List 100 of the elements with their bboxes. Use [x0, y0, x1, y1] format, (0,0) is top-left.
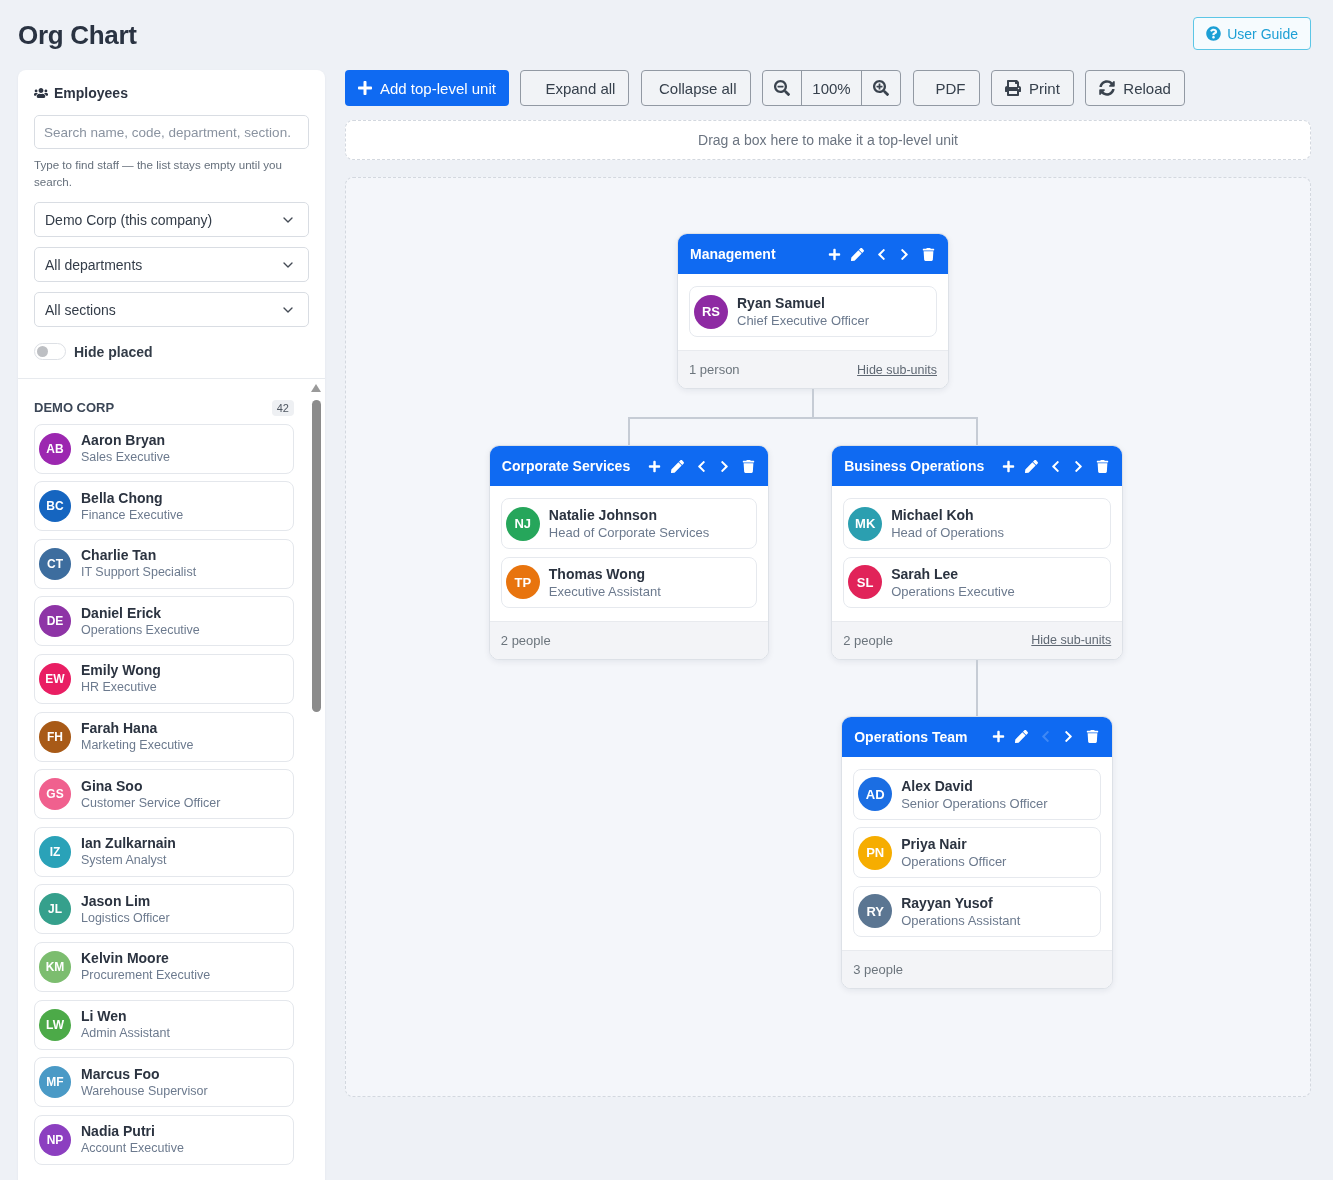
avatar: DE: [39, 605, 71, 638]
employee-card[interactable]: AB Aaron Bryan Sales Executive: [34, 423, 294, 474]
avatar: AB: [39, 432, 71, 465]
member-count: 3 people: [853, 961, 904, 977]
search-field[interactable]: Search name, code, department, section.: [34, 115, 309, 149]
avatar: CT: [39, 547, 71, 580]
employee-card[interactable]: KM Kelvin Moore Procurement Executive: [34, 941, 294, 992]
employee-role: Finance Executive: [81, 506, 184, 524]
page-title: Org Chart: [18, 20, 137, 51]
member-name: Priya Nair: [901, 835, 968, 853]
toggle-label: Hide placed: [74, 343, 153, 360]
employee-name: Emily Wong: [81, 661, 161, 680]
toggle-switch[interactable]: [34, 343, 66, 360]
avatar: MF: [39, 1066, 71, 1099]
delete-button[interactable]: [1084, 728, 1101, 745]
filter-dropdown[interactable]: All sections: [34, 292, 309, 327]
employee-name: Farah Hana: [81, 719, 159, 738]
filter-dropdown[interactable]: All departments: [34, 247, 309, 282]
member-count: 2 people: [843, 632, 894, 648]
member-role: Operations Assistant: [901, 911, 1021, 929]
avatar: GS: [39, 778, 71, 811]
sidebar-title: Employees: [54, 85, 128, 101]
edit-button[interactable]: [849, 246, 866, 262]
member-role: Operations Officer: [901, 853, 1007, 870]
edit-button[interactable]: [1023, 458, 1040, 474]
expand-all-button[interactable]: Expand all: [520, 70, 630, 106]
member-card[interactable]: AD Alex David Senior Operations Officer: [853, 768, 1102, 820]
add-top-level-unit-button[interactable]: Add top-level unit: [345, 70, 509, 106]
employee-name: Bella Chong: [81, 488, 164, 507]
avatar: MK: [848, 506, 883, 541]
member-role: Chief Executive Officer: [737, 312, 869, 329]
member-card[interactable]: MK Michael Koh Head of Operations: [843, 498, 1112, 549]
unit-title: Business Operations: [844, 458, 985, 474]
scroll-up-arrow-icon[interactable]: [311, 384, 321, 392]
delete-button[interactable]: [740, 458, 757, 474]
collapse-all-button[interactable]: Collapse all: [640, 70, 751, 106]
member-role: Executive Assistant: [548, 582, 661, 600]
employee-card[interactable]: GS Gina Soo Customer Service Officer: [34, 769, 294, 820]
member-count: 2 people: [500, 632, 551, 648]
zoom-out-icon: [774, 80, 790, 96]
member-name: Sarah Lee: [891, 564, 960, 583]
pencil-icon: [851, 247, 864, 261]
add-subunit-button[interactable]: [990, 728, 1007, 745]
delete-button[interactable]: [920, 246, 936, 262]
employee-card[interactable]: CT Charlie Tan IT Support Specialist: [34, 538, 294, 589]
employee-card[interactable]: MF Marcus Foo Warehouse Supervisor: [34, 1057, 294, 1108]
unit-title: Corporate Services: [501, 458, 631, 474]
avatar: AD: [858, 777, 893, 811]
employee-card[interactable]: IZ Ian Zulkarnain System Analyst: [34, 826, 294, 877]
employee-role: Operations Executive: [81, 621, 200, 639]
trash-icon: [921, 247, 935, 261]
avatar: FH: [39, 720, 71, 753]
pdf-button[interactable]: PDF: [912, 70, 980, 106]
zoom-level: 100%: [801, 71, 862, 105]
print-button[interactable]: Print: [991, 70, 1074, 106]
employee-card[interactable]: BC Bella Chong Finance Executive: [34, 481, 294, 532]
member-card[interactable]: RY Rayyan Yusof Operations Assistant: [853, 885, 1102, 937]
pencil-icon: [1025, 459, 1039, 473]
plus-icon: [647, 459, 661, 473]
employee-role: Warehouse Supervisor: [81, 1082, 208, 1100]
employee-card[interactable]: FH Farah Hana Marketing Executive: [34, 711, 294, 762]
edit-button[interactable]: [669, 458, 686, 474]
employee-role: IT Support Specialist: [81, 564, 197, 582]
employee-role: Admin Assistant: [81, 1025, 170, 1043]
edit-button[interactable]: [1013, 728, 1030, 745]
employee-card[interactable]: NP Nadia Putri Account Executive: [34, 1114, 294, 1165]
search-hint: Type to find staff — the list stays empty until you search.: [34, 157, 283, 190]
member-name: Thomas Wong: [548, 564, 646, 583]
employee-card[interactable]: DE Daniel Erick Operations Executive: [34, 596, 294, 647]
pencil-icon: [1015, 730, 1029, 743]
employee-card[interactable]: EW Emily Wong HR Executive: [34, 653, 294, 704]
employee-card[interactable]: JL Jason Lim Logistics Officer: [34, 884, 294, 935]
member-name: Michael Koh: [891, 506, 975, 524]
member-card[interactable]: TP Thomas Wong Executive Assistant: [500, 556, 758, 608]
avatar: PN: [858, 835, 893, 870]
member-card[interactable]: RS Ryan Samuel Chief Executive Officer: [689, 286, 937, 337]
delete-button[interactable]: [1094, 458, 1111, 474]
add-subunit-button[interactable]: [646, 458, 663, 474]
avatar: SL: [848, 565, 883, 599]
hide-sub-units-link[interactable]: Hide sub-units: [857, 362, 937, 377]
member-card[interactable]: PN Priya Nair Operations Officer: [853, 827, 1102, 878]
add-subunit-button[interactable]: [826, 246, 842, 262]
employee-card[interactable]: LW Li Wen Admin Assistant: [34, 999, 294, 1050]
scrollbar-thumb[interactable]: [311, 400, 321, 712]
plus-icon: [991, 730, 1005, 743]
member-count: 1 person: [689, 362, 740, 377]
drop-zone[interactable]: Drag a box here to make it a top-level unit: [345, 120, 1311, 160]
hide-sub-units-link[interactable]: Hide sub-units: [1031, 633, 1112, 647]
member-card[interactable]: SL Sarah Lee Operations Executive: [843, 556, 1112, 608]
member-card[interactable]: NJ Natalie Johnson Head of Corporate Services: [500, 498, 758, 549]
unit-title: Management: [690, 246, 776, 262]
reload-button[interactable]: Reload: [1085, 70, 1185, 106]
trash-icon: [741, 459, 755, 473]
avatar: EW: [39, 662, 71, 695]
chevron-right-icon: [898, 247, 911, 261]
filter-dropdown[interactable]: Demo Corp (this company): [34, 202, 309, 237]
users-icon: [34, 86, 48, 100]
employee-name: Nadia Putri: [81, 1122, 156, 1141]
add-subunit-button[interactable]: [1000, 458, 1017, 474]
employee-role: HR Executive: [81, 679, 158, 697]
